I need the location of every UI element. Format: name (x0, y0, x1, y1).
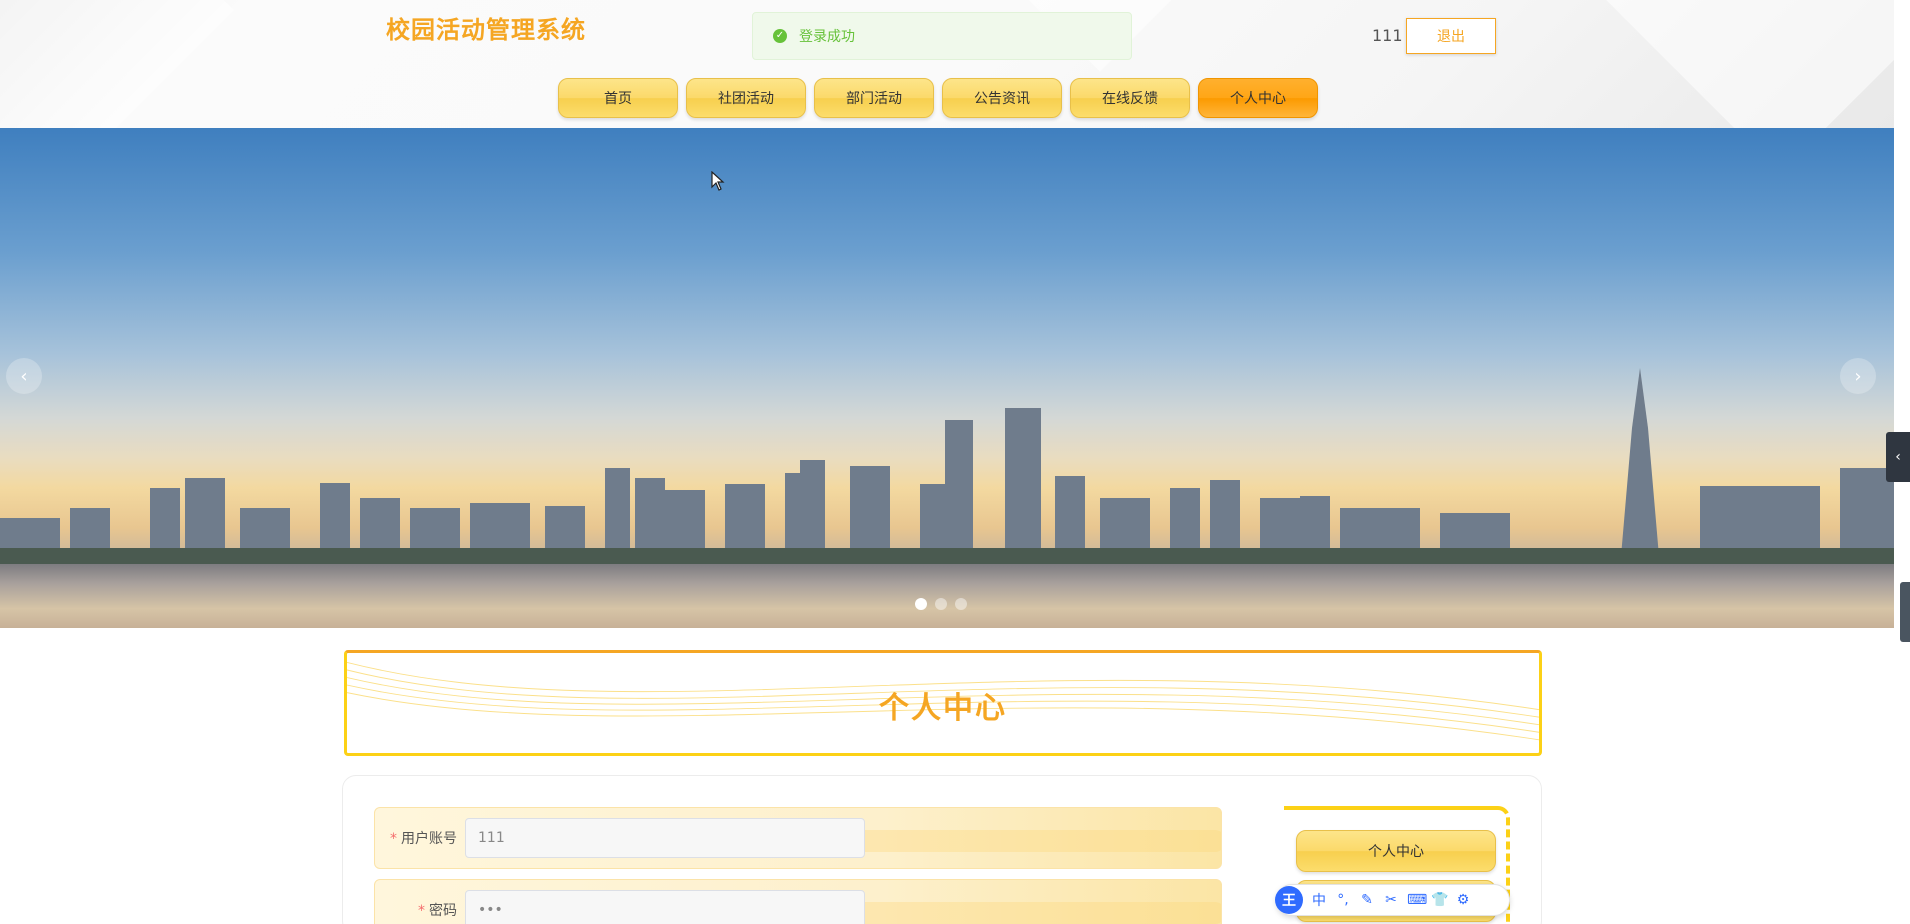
check-circle-icon: ✓ (773, 29, 787, 43)
nav-item-feedback[interactable]: 在线反馈 (1070, 78, 1190, 118)
main-nav: 首页 社团活动 部门活动 公告资讯 在线反馈 个人中心 (558, 78, 1318, 118)
scissors-icon[interactable]: ✂ (1383, 892, 1399, 908)
mouse-cursor-icon (711, 171, 725, 191)
password-input[interactable]: ••• (465, 890, 865, 924)
banner-carousel[interactable]: ‹ › (0, 128, 1894, 628)
water-reflection (0, 564, 1894, 628)
toast-message: 登录成功 (799, 29, 855, 45)
username: 111 (1372, 26, 1403, 45)
side-menu-personal-center[interactable]: 个人中心 (1296, 830, 1496, 872)
keyboard-icon[interactable]: ⌨ (1407, 892, 1427, 908)
settings-icon[interactable]: ⚙ (1455, 892, 1471, 908)
row-decoration (845, 830, 1221, 852)
carousel-next-button[interactable]: › (1840, 358, 1876, 394)
password-label: * 密码 (418, 903, 457, 919)
side-panel-handle[interactable] (1900, 582, 1910, 642)
nav-item-personal-center[interactable]: 个人中心 (1198, 78, 1318, 118)
nav-item-home[interactable]: 首页 (558, 78, 678, 118)
skin-icon[interactable]: 👕 (1431, 892, 1448, 908)
site-title: 校园活动管理系统 (386, 16, 586, 44)
account-label: * 用户账号 (390, 831, 457, 847)
header-decoration (1596, 0, 1894, 128)
handwriting-icon[interactable]: ✎ (1359, 892, 1375, 908)
carousel-dot[interactable] (955, 598, 967, 610)
nav-item-club-activities[interactable]: 社团活动 (686, 78, 806, 118)
row-decoration (845, 902, 1221, 924)
logout-button[interactable]: 退出 (1406, 18, 1496, 54)
header: 校园活动管理系统 ✓ 登录成功 111 退出 首页 社团活动 部门活动 公告资讯… (0, 0, 1894, 128)
section-title: 个人中心 (879, 691, 1007, 726)
account-input[interactable]: 111 (465, 818, 865, 858)
nav-item-announcements[interactable]: 公告资讯 (942, 78, 1062, 118)
punctuation-icon[interactable]: °, (1335, 892, 1351, 908)
carousel-dot[interactable] (935, 598, 947, 610)
form-row-account: * 用户账号 111 (374, 807, 1222, 869)
carousel-prev-button[interactable]: ‹ (6, 358, 42, 394)
carousel-indicators (915, 598, 967, 610)
success-toast: ✓ 登录成功 (752, 12, 1132, 60)
side-panel-toggle[interactable]: ‹ (1886, 432, 1910, 482)
nav-item-department-activities[interactable]: 部门活动 (814, 78, 934, 118)
ime-logo-icon[interactable]: 王 (1275, 886, 1303, 914)
header-decoration (0, 0, 234, 128)
ime-toolbar: 王 中 °, ✎ ✂ ⌨ 👕 ⚙ (1275, 884, 1510, 916)
form-row-password: * 密码 ••• (374, 879, 1222, 924)
section-title-box: 个人中心 (344, 650, 1542, 756)
city-skyline-image (0, 368, 1894, 568)
carousel-dot[interactable] (915, 598, 927, 610)
chinese-mode-icon[interactable]: 中 (1311, 890, 1327, 910)
